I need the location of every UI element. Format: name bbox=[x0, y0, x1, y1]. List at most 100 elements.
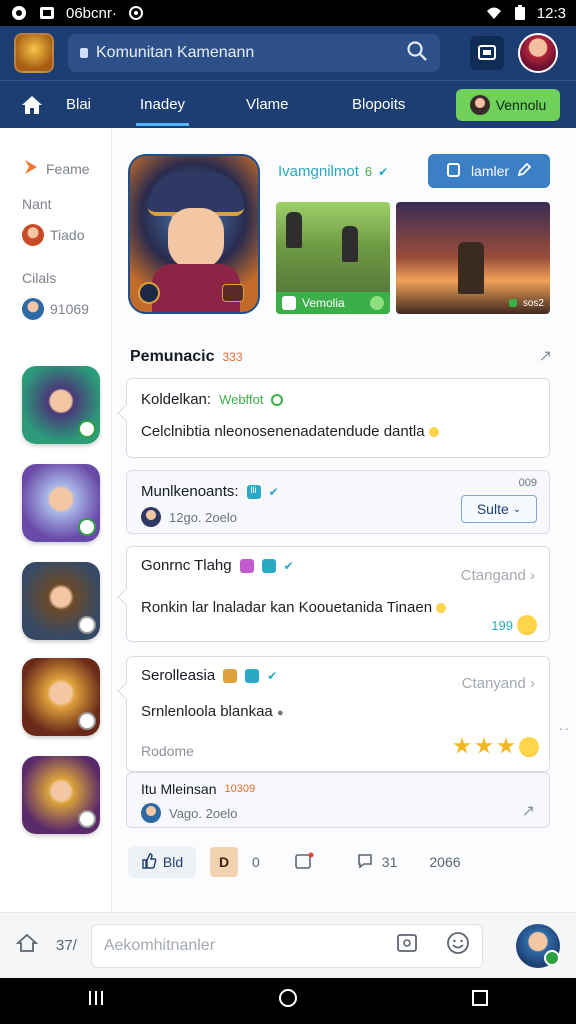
sidebar-item-user[interactable]: 91069 bbox=[22, 298, 89, 320]
main-content: Ivamgnilmot 6 ✔ lamler Vemolia sos2 Pemu… bbox=[112, 128, 576, 912]
count: 0 bbox=[252, 854, 260, 870]
status-badge bbox=[78, 518, 96, 536]
post-card[interactable]: Koldelkan: Webffot Celclnibtia nleonosen… bbox=[117, 378, 550, 458]
card-footer: Rodome bbox=[141, 743, 194, 759]
card-reactions[interactable]: 199 bbox=[491, 615, 537, 635]
tag-icon bbox=[223, 668, 238, 683]
chevron-down-icon: ⌄ bbox=[512, 503, 522, 515]
status-badge bbox=[78, 420, 96, 438]
tag-icon bbox=[261, 558, 276, 573]
screenshot-1[interactable]: Vemolia bbox=[276, 202, 390, 314]
emoji-icon bbox=[517, 615, 537, 635]
follow-icon bbox=[446, 162, 463, 180]
rating-stars[interactable] bbox=[453, 737, 539, 757]
card-tail bbox=[117, 588, 135, 606]
home-icon[interactable] bbox=[0, 95, 64, 115]
search-icon[interactable] bbox=[406, 40, 428, 67]
tag-icon bbox=[239, 558, 254, 573]
star-icon bbox=[475, 737, 493, 754]
follow-button[interactable]: lamler bbox=[428, 154, 550, 188]
battery-icon bbox=[511, 4, 529, 22]
card-tail bbox=[117, 404, 135, 422]
screenshot-2[interactable]: sos2 bbox=[396, 202, 550, 314]
game-thumb-3[interactable] bbox=[22, 562, 100, 640]
edit-icon bbox=[517, 162, 532, 180]
sidebar-label: Feame bbox=[46, 160, 90, 177]
nav-tab-inadey[interactable]: Inadey bbox=[135, 96, 190, 126]
main-nav: Blai Inadey Vlame Blopoits Vennolu bbox=[0, 80, 576, 128]
d-badge[interactable]: D bbox=[210, 847, 238, 877]
like-button[interactable]: Bld bbox=[128, 846, 196, 878]
card-body: Srnlenloola blankaa ● bbox=[141, 703, 284, 720]
card-title: Munlkenoants: lli ✔ bbox=[141, 483, 279, 500]
my-avatar[interactable] bbox=[516, 923, 560, 968]
card-tail bbox=[117, 682, 135, 700]
wifi-icon bbox=[485, 4, 503, 22]
image-icon[interactable] bbox=[396, 933, 418, 958]
post-card[interactable]: Gonrnc Tlahg ✔ Ctangand › Ronkin lar lna… bbox=[117, 546, 550, 642]
share-arrow-icon[interactable]: ↗ bbox=[522, 801, 535, 821]
search-text: Komunitan Kamenann bbox=[96, 44, 255, 61]
suite-button[interactable]: Sulte ⌄ bbox=[461, 495, 537, 523]
nav-tab-blai[interactable]: Blai bbox=[66, 96, 91, 113]
repost-icon[interactable] bbox=[294, 852, 314, 873]
sidebar-heading-nant: Nant bbox=[22, 196, 52, 212]
screenshot-bar: Vemolia bbox=[276, 292, 390, 314]
rank-icon bbox=[222, 284, 244, 302]
expand-arrow-icon[interactable]: ↗ bbox=[539, 346, 552, 366]
verified-icon: ✔ bbox=[268, 484, 279, 499]
nav-tab-vlame[interactable]: Vlame bbox=[246, 96, 289, 113]
back-square-icon[interactable] bbox=[471, 989, 489, 1013]
shield-icon bbox=[138, 282, 160, 304]
comment-input[interactable]: Aekomhitnanler bbox=[90, 923, 483, 968]
comment-icon[interactable] bbox=[356, 852, 374, 873]
app-logo[interactable] bbox=[14, 33, 54, 73]
home-outline-icon[interactable] bbox=[15, 933, 39, 958]
game-icon bbox=[282, 296, 296, 310]
verified-icon: ✔ bbox=[267, 668, 278, 683]
cta-avatar bbox=[469, 95, 490, 115]
avatar bbox=[22, 298, 44, 320]
sidebar: Feame Nant Tiado Cilals 91069 bbox=[0, 128, 112, 912]
figure-shape bbox=[286, 212, 302, 248]
sidebar-item-tiado[interactable]: Tiado bbox=[22, 224, 85, 246]
more-icon[interactable]: ·· bbox=[559, 720, 570, 736]
screenshot-label: sos2 bbox=[522, 297, 544, 309]
name-tag: 6 bbox=[364, 164, 373, 179]
game-thumb-5[interactable] bbox=[22, 756, 100, 834]
bottom-count: 37/ bbox=[56, 937, 77, 954]
hero-portrait[interactable] bbox=[128, 154, 260, 314]
lock-icon bbox=[80, 48, 88, 58]
card-right-label[interactable]: Ctanyand › bbox=[462, 675, 535, 692]
top-bar: Komunitan Kamenann bbox=[0, 26, 576, 80]
search-input[interactable]: Komunitan Kamenann bbox=[68, 34, 440, 72]
nav-tab-blopoits[interactable]: Blopoits bbox=[352, 96, 405, 113]
game-thumb-1[interactable] bbox=[22, 366, 100, 444]
card-title: Koldelkan: Webffot bbox=[141, 391, 284, 408]
flame-icon bbox=[22, 158, 40, 179]
view-count: 2066 bbox=[429, 854, 461, 870]
card-right-label[interactable]: Ctangand › bbox=[461, 567, 535, 584]
card-tag: lli bbox=[246, 484, 261, 499]
card-title: Itu Mleinsan 10309 bbox=[141, 781, 256, 797]
home-circle-icon[interactable] bbox=[278, 988, 298, 1014]
user-avatar[interactable] bbox=[518, 33, 558, 73]
post-card[interactable]: Itu Mleinsan 10309 Vago. 2oelo ↗ bbox=[126, 772, 550, 828]
avatar bbox=[141, 803, 161, 823]
sidebar-item-feame[interactable]: Feame bbox=[22, 158, 90, 179]
recents-icon[interactable] bbox=[87, 989, 105, 1013]
message-icon[interactable] bbox=[470, 36, 504, 70]
carrier-text: 06bcnr· bbox=[66, 4, 117, 22]
comment-bar: 37/ Aekomhitnanler bbox=[0, 912, 576, 978]
nav-cta-button[interactable]: Vennolu bbox=[456, 89, 560, 121]
check-icon bbox=[370, 296, 384, 310]
hero-name[interactable]: Ivamgnilmot 6 ✔ bbox=[278, 163, 388, 180]
game-thumb-2[interactable] bbox=[22, 464, 100, 542]
post-card[interactable]: Serolleasia ✔ Ctanyand › Srnlenloola bla… bbox=[117, 656, 550, 772]
avatar bbox=[141, 507, 161, 527]
post-card[interactable]: Munlkenoants: lli ✔ 12go. 2oelo 009 Sult… bbox=[126, 470, 550, 534]
emoji-icon[interactable] bbox=[446, 931, 470, 960]
card-corner-count: 009 bbox=[518, 477, 537, 489]
card-body: Ronkin lar lnaladar kan Koouetanida Tina… bbox=[141, 599, 447, 616]
game-thumb-4[interactable] bbox=[22, 658, 100, 736]
